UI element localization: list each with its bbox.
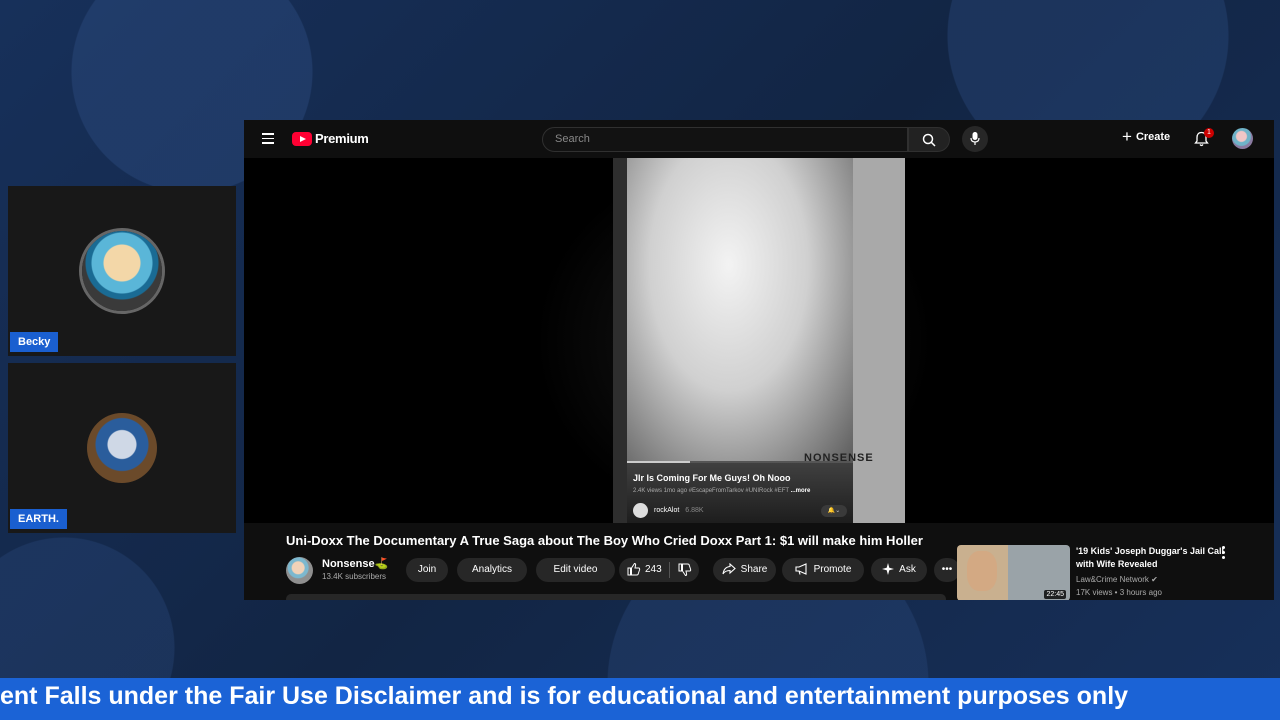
short-channel-name[interactable]: rockAlot bbox=[654, 507, 679, 514]
megaphone-icon bbox=[795, 563, 807, 576]
ticker-text: ent Falls under the Fair Use Disclaimer … bbox=[0, 682, 1129, 710]
microphone-icon bbox=[970, 132, 980, 145]
channel-name[interactable]: Nonsense⛳ bbox=[322, 557, 388, 570]
recommended-meta: 17K views • 3 hours ago bbox=[1076, 588, 1162, 597]
share-icon bbox=[722, 563, 736, 575]
short-channel-subs: 6.88K bbox=[685, 507, 704, 514]
logo-text: Premium bbox=[315, 131, 369, 146]
like-count: 243 bbox=[645, 564, 662, 575]
participant-avatar bbox=[82, 231, 162, 311]
promote-button[interactable]: Promote bbox=[782, 558, 864, 582]
short-video-frame bbox=[627, 158, 853, 463]
edit-video-button[interactable]: Edit video bbox=[536, 558, 615, 582]
more-vertical-icon[interactable] bbox=[1222, 546, 1228, 561]
short-meta-text: 2.4K views 1mo ago #EscapeFromTarkov #UN… bbox=[633, 488, 789, 494]
search-input[interactable]: Search bbox=[542, 127, 908, 152]
more-horizontal-icon: ••• bbox=[941, 564, 953, 575]
promote-label: Promote bbox=[813, 564, 852, 575]
account-avatar[interactable] bbox=[1232, 128, 1253, 149]
short-channel-avatar[interactable] bbox=[633, 503, 648, 518]
recommended-channel[interactable]: Law&Crime Network ✔ bbox=[1076, 575, 1158, 584]
dislike-icon[interactable] bbox=[678, 558, 692, 582]
participant-card-earth: EARTH. bbox=[8, 363, 236, 533]
like-divider bbox=[669, 562, 670, 578]
participant-name-tag: EARTH. bbox=[10, 509, 67, 529]
voice-search-button[interactable] bbox=[962, 126, 988, 152]
youtube-header: Premium Search + Create 1 bbox=[244, 120, 1274, 158]
participant-card-becky: Becky bbox=[8, 186, 236, 356]
thumbnail-face bbox=[967, 551, 997, 591]
channel-action-row: Nonsense⛳ 13.4K subscribers Join Analyti… bbox=[286, 556, 960, 584]
channel-subscribers: 13.4K subscribers bbox=[322, 572, 387, 581]
like-icon[interactable] bbox=[627, 562, 641, 576]
recommended-video-title[interactable]: '19 Kids' Joseph Duggar's Jail Call with… bbox=[1076, 545, 1226, 571]
search-button[interactable] bbox=[908, 127, 950, 152]
short-subscribe-bell-icon[interactable]: 🔔⌄ bbox=[821, 504, 847, 517]
hamburger-menu-icon[interactable] bbox=[262, 133, 274, 144]
youtube-play-logo-icon bbox=[292, 131, 312, 146]
ask-button[interactable]: Ask bbox=[871, 558, 927, 582]
channel-avatar[interactable] bbox=[286, 557, 313, 584]
create-label: Create bbox=[1135, 131, 1171, 143]
join-button[interactable]: Join bbox=[406, 558, 448, 582]
ask-label: Ask bbox=[899, 564, 916, 575]
short-more-link[interactable]: ...more bbox=[791, 488, 811, 494]
like-dislike-group: 243 bbox=[619, 558, 699, 582]
participant-name-tag: Becky bbox=[10, 332, 59, 352]
short-channel-row: rockAlot 6.88K 🔔⌄ bbox=[633, 503, 847, 518]
video-player[interactable]: NONSENSE Jlr Is Coming For Me Guys! Oh N… bbox=[244, 158, 1274, 523]
create-button[interactable]: + Create bbox=[1122, 127, 1171, 146]
share-label: Share bbox=[740, 564, 768, 575]
video-title: Uni-Doxx The Documentary A True Saga abo… bbox=[286, 533, 923, 548]
video-duration: 22:45 bbox=[1044, 590, 1066, 599]
search-icon bbox=[922, 133, 936, 147]
notification-count-badge: 1 bbox=[1204, 128, 1214, 138]
participant-avatar bbox=[87, 413, 157, 483]
short-info-overlay: Jlr Is Coming For Me Guys! Oh Nooo 2.4K … bbox=[627, 461, 853, 523]
analytics-button[interactable]: Analytics bbox=[457, 558, 527, 582]
short-title: Jlr Is Coming For Me Guys! Oh Nooo bbox=[633, 473, 791, 483]
share-button[interactable]: Share bbox=[713, 558, 776, 582]
short-progress-bar[interactable] bbox=[627, 461, 853, 463]
recommended-video-thumbnail[interactable]: 22:45 bbox=[957, 545, 1070, 600]
disclaimer-ticker: ent Falls under the Fair Use Disclaimer … bbox=[0, 678, 1280, 720]
short-progress-fill bbox=[627, 461, 691, 463]
short-meta: 2.4K views 1mo ago #EscapeFromTarkov #UN… bbox=[633, 488, 847, 494]
youtube-logo[interactable]: Premium bbox=[292, 131, 369, 146]
youtube-window: Premium Search + Create 1 NONSENSE Jlr I… bbox=[244, 120, 1274, 600]
sparkle-icon bbox=[882, 563, 895, 576]
description-box[interactable] bbox=[286, 594, 946, 600]
plus-icon: + bbox=[1122, 127, 1132, 146]
